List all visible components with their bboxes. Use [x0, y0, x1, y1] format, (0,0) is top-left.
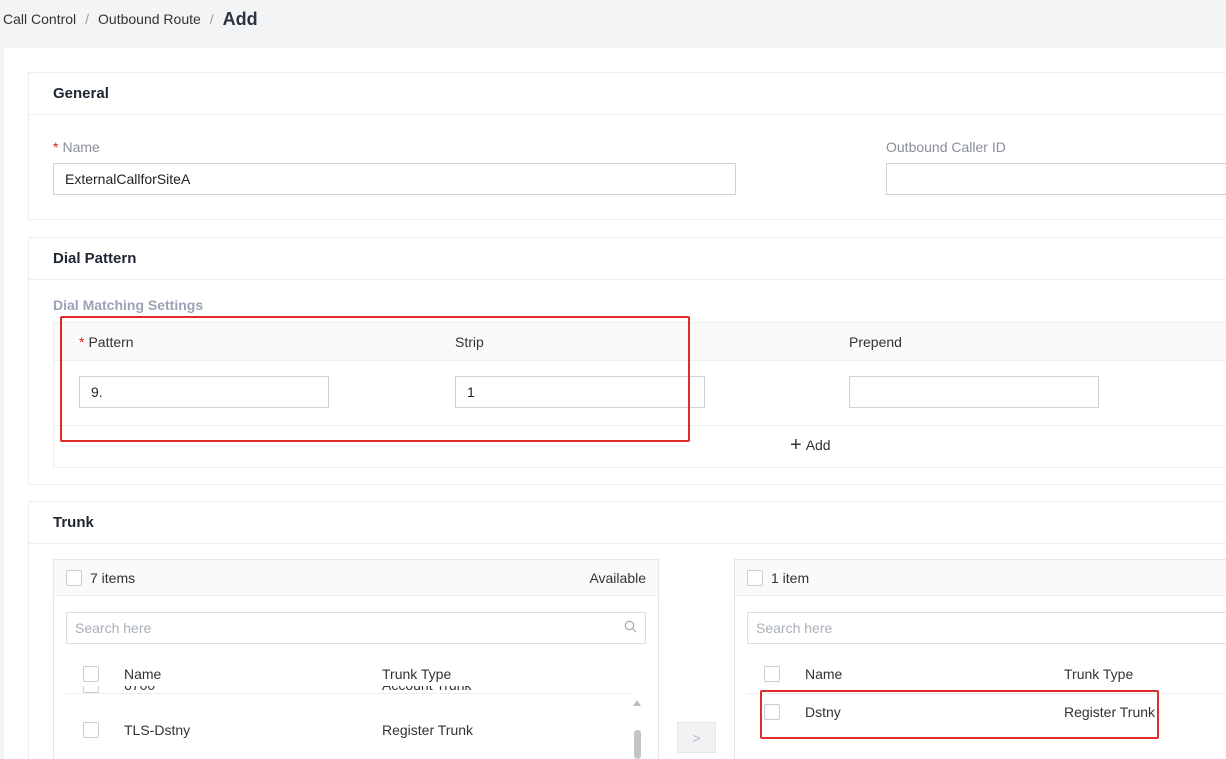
breadcrumb-separator: /	[85, 11, 90, 27]
header-checkbox[interactable]	[764, 666, 780, 682]
table-row[interactable]: 6700 Account Trunk	[66, 686, 632, 694]
available-count: 7 items	[90, 569, 136, 586]
trunk-name: 6700	[124, 686, 155, 693]
caller-id-input[interactable]	[886, 163, 1226, 195]
trunk-type: Register Trunk	[382, 722, 474, 738]
name-label: * Name	[53, 139, 100, 155]
trunk-type-column-header: Trunk Type	[1064, 666, 1134, 682]
available-search-input[interactable]: Search here	[66, 612, 646, 644]
row-checkbox[interactable]	[83, 686, 99, 693]
available-list-scrollbar[interactable]	[633, 700, 641, 759]
dial-pattern-title: Dial Pattern	[29, 238, 1226, 280]
move-right-button[interactable]: >	[677, 722, 716, 753]
prepend-input[interactable]	[849, 376, 1099, 408]
available-title: Available	[589, 569, 646, 586]
trunk-type: Account Trunk	[382, 686, 472, 693]
breadcrumb-outbound-route[interactable]: Outbound Route	[98, 11, 201, 27]
scroll-thumb[interactable]	[634, 730, 641, 759]
name-column-header: Name	[805, 666, 843, 682]
dial-matching-settings: Dial Matching Settings	[53, 297, 204, 313]
trunk-name: TLS-Dstny	[124, 722, 191, 738]
row-checkbox[interactable]	[83, 722, 99, 738]
breadcrumb-separator: /	[209, 11, 214, 27]
name-column-header: Name	[124, 666, 162, 682]
add-pattern-button[interactable]: + Add	[790, 434, 831, 456]
plus-icon: +	[790, 434, 802, 456]
select-all-selected-checkbox[interactable]	[747, 569, 763, 586]
prepend-column-header: Prepend	[849, 334, 902, 350]
table-row[interactable]: TLS-Dstny Register Trunk	[66, 712, 632, 748]
available-search-placeholder: Search here	[75, 620, 152, 636]
selected-search-placeholder: Search here	[756, 620, 833, 636]
required-mark: *	[53, 139, 59, 155]
add-pattern-label: Add	[805, 437, 831, 453]
available-trunk-list: 7 items Available Search here Name Trunk…	[53, 559, 659, 759]
selected-table-header: Name Trunk Type	[747, 656, 1226, 694]
page-title: Add	[222, 8, 258, 29]
search-icon[interactable]	[624, 620, 637, 636]
selected-search-input[interactable]: Search here	[747, 612, 1226, 644]
selected-list-header: 1 item	[735, 560, 1226, 596]
pattern-highlight-box	[60, 316, 690, 442]
general-title: General	[29, 73, 1226, 115]
select-all-available-checkbox[interactable]	[66, 569, 82, 586]
breadcrumb: Call Control / Outbound Route / Add	[3, 6, 258, 32]
chevron-right-icon: >	[692, 729, 701, 746]
available-list-header: 7 items Available	[54, 560, 658, 596]
selected-count: 1 item	[771, 569, 810, 586]
caller-id-label: Outbound Caller ID	[886, 139, 1006, 155]
trunk-type-column-header: Trunk Type	[382, 666, 452, 682]
selected-trunk-highlight-box	[760, 690, 1159, 739]
breadcrumb-call-control[interactable]: Call Control	[3, 11, 76, 27]
general-card: General * Name ExternalCallforSiteA Outbo…	[28, 72, 1226, 220]
scroll-up-icon[interactable]	[633, 700, 641, 706]
header-checkbox[interactable]	[83, 666, 99, 682]
name-label-text: Name	[62, 139, 100, 155]
name-input[interactable]: ExternalCallforSiteA	[53, 163, 736, 195]
trunk-title: Trunk	[29, 502, 1226, 544]
